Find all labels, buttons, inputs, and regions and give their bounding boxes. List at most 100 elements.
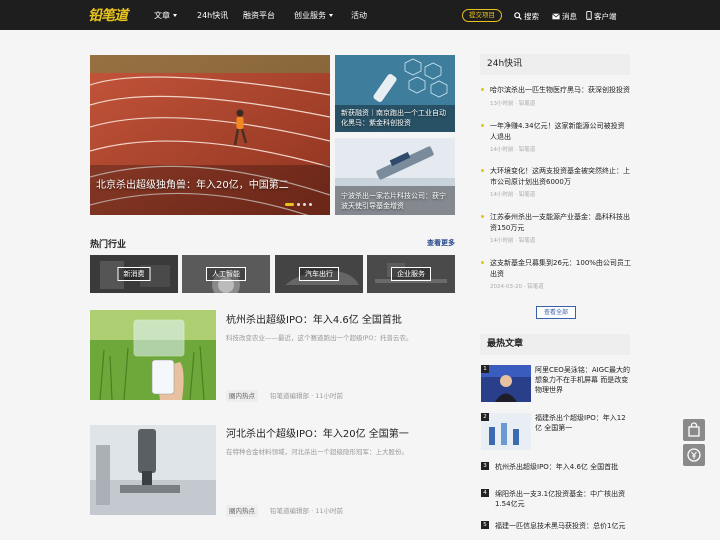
flash-item[interactable]: 这支新基金只募集到26元：100%由公司员工出资 2024-03-20 · 铅笔… bbox=[481, 258, 631, 290]
popular-item[interactable]: 5 福建一匹信息技术黑马获投资：总价1亿元 bbox=[481, 521, 631, 531]
article-1-description: 科技改变农业——最近，这个赛道跑出一个超级IPO：托普云农。 bbox=[226, 334, 413, 342]
industry-tile-label: 汽车出行 bbox=[299, 267, 339, 281]
article-1-meta: 圈内热点 铅笔道编辑部 · 11小时前 bbox=[226, 390, 343, 402]
yuan-coin-icon bbox=[687, 448, 701, 462]
floating-currency-button[interactable] bbox=[683, 444, 705, 466]
chevron-down-icon bbox=[173, 14, 177, 17]
hero-side-card-1[interactable]: 新获融资｜南京跑出一个工业自动化黑马：紫金科创投资 bbox=[335, 55, 455, 132]
smart-farming-image bbox=[90, 310, 216, 400]
article-2-meta: 圈内热点 铅笔道编辑部 · 11小时前 bbox=[226, 505, 343, 517]
bullet-icon bbox=[481, 88, 484, 91]
search-button[interactable]: 搜索 bbox=[514, 11, 539, 22]
flash-item-meta: 14小时前 · 铅笔道 bbox=[490, 147, 536, 153]
shopping-bag-icon bbox=[688, 422, 700, 437]
microscope-image bbox=[90, 425, 216, 515]
nav-events[interactable]: 活动 bbox=[351, 10, 367, 21]
popular-rank-badge: 5 bbox=[481, 521, 489, 529]
client-app-button[interactable]: 客户端 bbox=[586, 11, 617, 22]
flash-item-meta: 14小时前 · 铅笔道 bbox=[490, 192, 536, 198]
industry-tile-label: 新消费 bbox=[117, 267, 151, 281]
industry-tile-enterprise-services[interactable]: 企业服务 bbox=[367, 255, 455, 293]
industry-tile-auto-travel[interactable]: 汽车出行 bbox=[275, 255, 363, 293]
industry-tile-label: 企业服务 bbox=[391, 267, 431, 281]
popular-rank-badge: 2 bbox=[481, 413, 489, 421]
article-1-author[interactable]: 铅笔道编辑部 bbox=[270, 392, 309, 400]
carousel-dot[interactable] bbox=[309, 203, 312, 206]
search-label: 搜索 bbox=[524, 12, 539, 21]
nav-events-label: 活动 bbox=[351, 11, 367, 20]
nav-articles[interactable]: 文章 bbox=[154, 10, 177, 21]
nav-startup-services-label: 创业服务 bbox=[294, 11, 326, 20]
flash-item-text[interactable]: 江苏泰州杀出一支能源产业基金：晶科科技出资150万元 bbox=[481, 212, 631, 233]
mobile-phone-icon bbox=[586, 11, 592, 20]
flash-item-text[interactable]: 一年净赚4.34亿元！这家新能源公司被投资人退出 bbox=[481, 121, 631, 142]
article-2-title[interactable]: 河北杀出个超级IPO：年入20亿 全国第一 bbox=[226, 425, 409, 440]
bullet-icon bbox=[481, 261, 484, 264]
hot-industry-title: 热门行业 bbox=[90, 240, 127, 250]
article-1-time: 11小时前 bbox=[315, 392, 343, 400]
flash-item-meta: 14小时前 · 铅笔道 bbox=[490, 238, 536, 244]
article-2-description: 在特种合金材料领域，河北杀出一个超级隐形冠军：上大股份。 bbox=[226, 448, 408, 456]
messages-button[interactable]: 消息 bbox=[552, 11, 577, 22]
nav-startup-services[interactable]: 创业服务 bbox=[294, 10, 333, 21]
popular-item-text[interactable]: 福建一匹信息技术黑马获投资：总价1亿元 bbox=[495, 521, 631, 531]
popular-rank-badge: 4 bbox=[481, 489, 489, 497]
flash-item-text[interactable]: 大环境变化！这两支投资基金被突然终止：上市公司原计划出资6000万 bbox=[481, 166, 631, 187]
nav-financing-platform[interactable]: 融资平台 bbox=[243, 10, 275, 21]
bullet-icon bbox=[481, 169, 484, 172]
popular-item-text[interactable]: 杭州杀出超级IPO：年入4.6亿 全国首批 bbox=[495, 462, 631, 472]
flash-item[interactable]: 哈尔滨杀出一匹生物医疗黑马：获深创投投资 13小时前 · 铅笔道 bbox=[481, 85, 631, 107]
carousel-dot[interactable] bbox=[303, 203, 306, 206]
popular-rank-badge: 3 bbox=[481, 462, 489, 470]
bullet-icon bbox=[481, 215, 484, 218]
flash-item-meta: 2024-03-20 · 铅笔道 bbox=[490, 284, 544, 290]
nav-24h-flash[interactable]: 24h快讯 bbox=[197, 10, 228, 21]
messages-label: 消息 bbox=[562, 12, 577, 21]
flash-item[interactable]: 一年净赚4.34亿元！这家新能源公司被投资人退出 14小时前 · 铅笔道 bbox=[481, 121, 631, 153]
nav-articles-label: 文章 bbox=[154, 11, 170, 20]
popular-item-text[interactable]: 绵阳杀出一支3.1亿投资基金：中广核出资1.54亿元 bbox=[495, 489, 631, 509]
hot-industry-more-link[interactable]: 查看更多 bbox=[427, 238, 455, 248]
article-2-tag[interactable]: 圈内热点 bbox=[226, 505, 258, 517]
flash-item-text[interactable]: 哈尔滨杀出一匹生物医疗黑马：获深创投投资 bbox=[481, 85, 631, 96]
chevron-down-icon bbox=[329, 14, 333, 17]
flash-item-text[interactable]: 这支新基金只募集到26元：100%由公司员工出资 bbox=[481, 258, 631, 279]
nav-24h-flash-label: 24h快讯 bbox=[197, 11, 229, 20]
bullet-icon bbox=[481, 124, 484, 127]
article-1-title[interactable]: 杭州杀出超级IPO：年入4.6亿 全国首批 bbox=[226, 311, 402, 326]
view-all-flash-button[interactable]: 查看全部 bbox=[536, 306, 576, 319]
envelope-icon bbox=[552, 13, 560, 20]
hero-side-caption-1: 新获融资｜南京跑出一个工业自动化黑马：紫金科创投资 bbox=[341, 109, 446, 127]
hero-side-card-2[interactable]: 宁波杀出一家芯片科技公司：获宁波天使引导基金增资 bbox=[335, 138, 455, 215]
hero-main-caption: 北京杀出超级独角兽：年入20亿，中国第二 bbox=[96, 180, 289, 191]
carousel-dot[interactable] bbox=[297, 203, 300, 206]
client-app-label: 客户端 bbox=[594, 12, 617, 21]
popular-item-text[interactable]: 阿里CEO吴泳铭：AIGC最大的想象力不在手机屏幕 而是改变物理世界 bbox=[535, 365, 631, 395]
popular-item[interactable]: 2 福建杀出个超级IPO：年入12亿 全国第一 bbox=[481, 413, 631, 451]
flash-item-meta: 13小时前 · 铅笔道 bbox=[490, 100, 536, 107]
article-1-tag[interactable]: 圈内热点 bbox=[226, 390, 258, 402]
popular-item-text[interactable]: 福建杀出个超级IPO：年入12亿 全国第一 bbox=[535, 413, 631, 433]
industry-tile-label: 人工智能 bbox=[206, 267, 246, 281]
carousel-dots bbox=[285, 199, 315, 208]
article-2-author[interactable]: 铅笔道编辑部 bbox=[270, 507, 309, 515]
flash-item[interactable]: 江苏泰州杀出一支能源产业基金：晶科科技出资150万元 14小时前 · 铅笔道 bbox=[481, 212, 631, 244]
nav-financing-platform-label: 融资平台 bbox=[243, 11, 275, 20]
article-2-image[interactable] bbox=[90, 425, 216, 515]
running-track-image bbox=[90, 55, 330, 215]
hero-side-caption-2: 宁波杀出一家芯片科技公司：获宁波天使引导基金增资 bbox=[341, 192, 446, 210]
flash-item[interactable]: 大环境变化！这两支投资基金被突然终止：上市公司原计划出资6000万 14小时前 … bbox=[481, 166, 631, 198]
floating-shopping-button[interactable] bbox=[683, 419, 705, 441]
popular-item[interactable]: 4 绵阳杀出一支3.1亿投资基金：中广核出资1.54亿元 bbox=[481, 489, 631, 509]
industry-tile-ai[interactable]: 人工智能 bbox=[182, 255, 270, 293]
submit-project-button[interactable]: 提交项目 bbox=[462, 9, 502, 22]
carousel-dot-active[interactable] bbox=[285, 203, 294, 206]
industry-tile-new-consumption[interactable]: 新消费 bbox=[90, 255, 178, 293]
popular-item[interactable]: 1 阿里CEO吴泳铭：AIGC最大的想象力不在手机屏幕 而是改变物理世界 bbox=[481, 365, 631, 403]
flash-news-header: 24h快讯 bbox=[480, 54, 630, 75]
site-logo[interactable]: 铅笔道 bbox=[88, 5, 128, 25]
search-icon bbox=[514, 12, 522, 20]
hero-carousel-main[interactable]: 北京杀出超级独角兽：年入20亿，中国第二 bbox=[90, 55, 330, 215]
article-1-image[interactable] bbox=[90, 310, 216, 400]
popular-item[interactable]: 3 杭州杀出超级IPO：年入4.6亿 全国首批 bbox=[481, 462, 631, 472]
